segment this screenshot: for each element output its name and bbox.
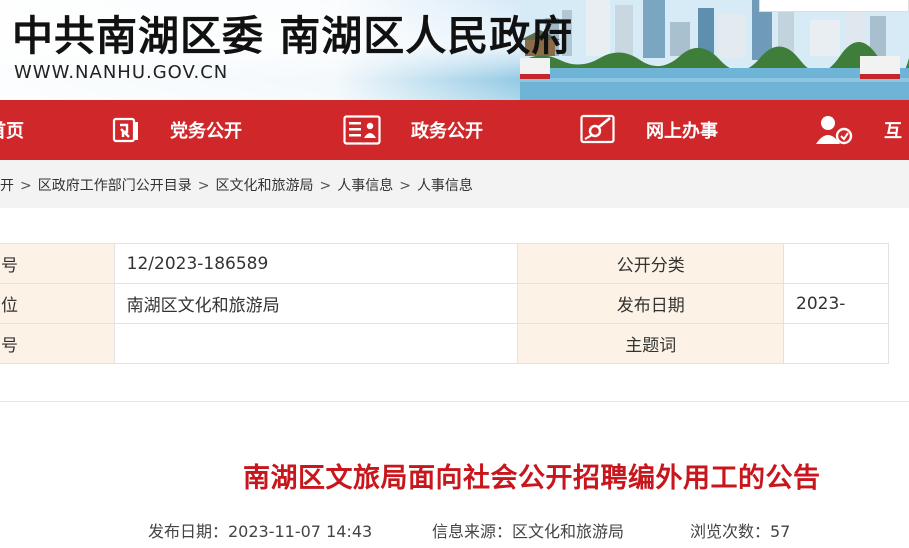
breadcrumb: 开 > 区政府工作部门公开目录 > 区文化和旅游局 > 人事信息 > 人事信息: [0, 175, 473, 195]
view-count: 浏览次数：57: [690, 522, 791, 541]
breadcrumb-item[interactable]: 人事信息: [337, 178, 393, 194]
main-nav: 首页 党务公开 政务公开: [0, 100, 909, 160]
document-icon: [343, 115, 381, 145]
breadcrumb-separator: >: [399, 178, 411, 194]
party-emblem-icon: [112, 117, 138, 143]
breadcrumb-item[interactable]: 区文化和旅游局: [215, 178, 313, 194]
nav-item-label: 党务公开: [170, 121, 242, 142]
search-box[interactable]: [759, 0, 909, 12]
category-value: [783, 243, 889, 284]
nav-item-label: 网上办事: [646, 121, 718, 142]
nav-item-interaction[interactable]: 互: [814, 100, 902, 160]
breadcrumb-separator: >: [20, 178, 32, 194]
table-row: 号 12/2023-186589 公开分类: [0, 243, 889, 284]
publisher-label: 位: [0, 283, 115, 324]
page: 中共南湖区委 南湖区人民政府 WWW.NANHU.GOV.CN 首页 党务公开: [0, 0, 909, 548]
keywords-label: 主题词: [517, 323, 785, 364]
nav-item-label: 互: [884, 121, 902, 142]
breadcrumb-separator: >: [197, 178, 210, 194]
nav-item-government-affairs[interactable]: 政务公开: [343, 100, 483, 160]
keywords-value: [783, 323, 889, 364]
nav-item-label: 首页: [0, 121, 24, 142]
user-interaction-icon: [816, 116, 853, 145]
article-title: 南湖区文旅局面向社会公开招聘编外用工的公告: [243, 463, 821, 494]
header-banner: 中共南湖区委 南湖区人民政府 WWW.NANHU.GOV.CN: [0, 0, 909, 100]
doc-number-value: [113, 323, 519, 364]
site-title: 中共南湖区委 南湖区人民政府: [12, 12, 574, 60]
table-row: 位 南湖区文化和旅游局 发布日期 2023-: [0, 283, 889, 324]
nav-item-party-affairs[interactable]: 党务公开: [112, 100, 242, 160]
divider: [0, 401, 909, 402]
site-url: WWW.NANHU.GOV.CN: [14, 62, 229, 83]
publisher-value: 南湖区文化和旅游局: [113, 283, 519, 324]
nav-item-home[interactable]: 首页: [0, 100, 24, 160]
publish-date-value: 2023-: [783, 283, 889, 324]
nav-item-online-service[interactable]: 网上办事: [580, 100, 718, 160]
publish-date: 发布日期：2023-11-07 14:43: [148, 522, 373, 541]
info-source: 信息来源：区文化和旅游局: [432, 522, 625, 541]
document-info-table: 号 12/2023-186589 公开分类 位 南湖区文化和旅游局 发布日期 2…: [0, 243, 889, 364]
nav-item-label: 政务公开: [411, 121, 483, 142]
doc-number-label: 号: [0, 323, 115, 364]
index-number-value: 12/2023-186589: [113, 243, 519, 284]
breadcrumb-item[interactable]: 人事信息: [417, 178, 473, 194]
service-icon: [580, 114, 615, 144]
category-label: 公开分类: [517, 243, 785, 284]
index-number-label: 号: [0, 243, 115, 284]
breadcrumb-item[interactable]: 开: [0, 178, 14, 194]
breadcrumb-item[interactable]: 区政府工作部门公开目录: [38, 178, 192, 194]
publish-date-label: 发布日期: [517, 283, 785, 324]
city-skyline-image: [520, 0, 909, 100]
table-row: 号 主题词: [0, 323, 889, 364]
breadcrumb-separator: >: [319, 178, 332, 194]
